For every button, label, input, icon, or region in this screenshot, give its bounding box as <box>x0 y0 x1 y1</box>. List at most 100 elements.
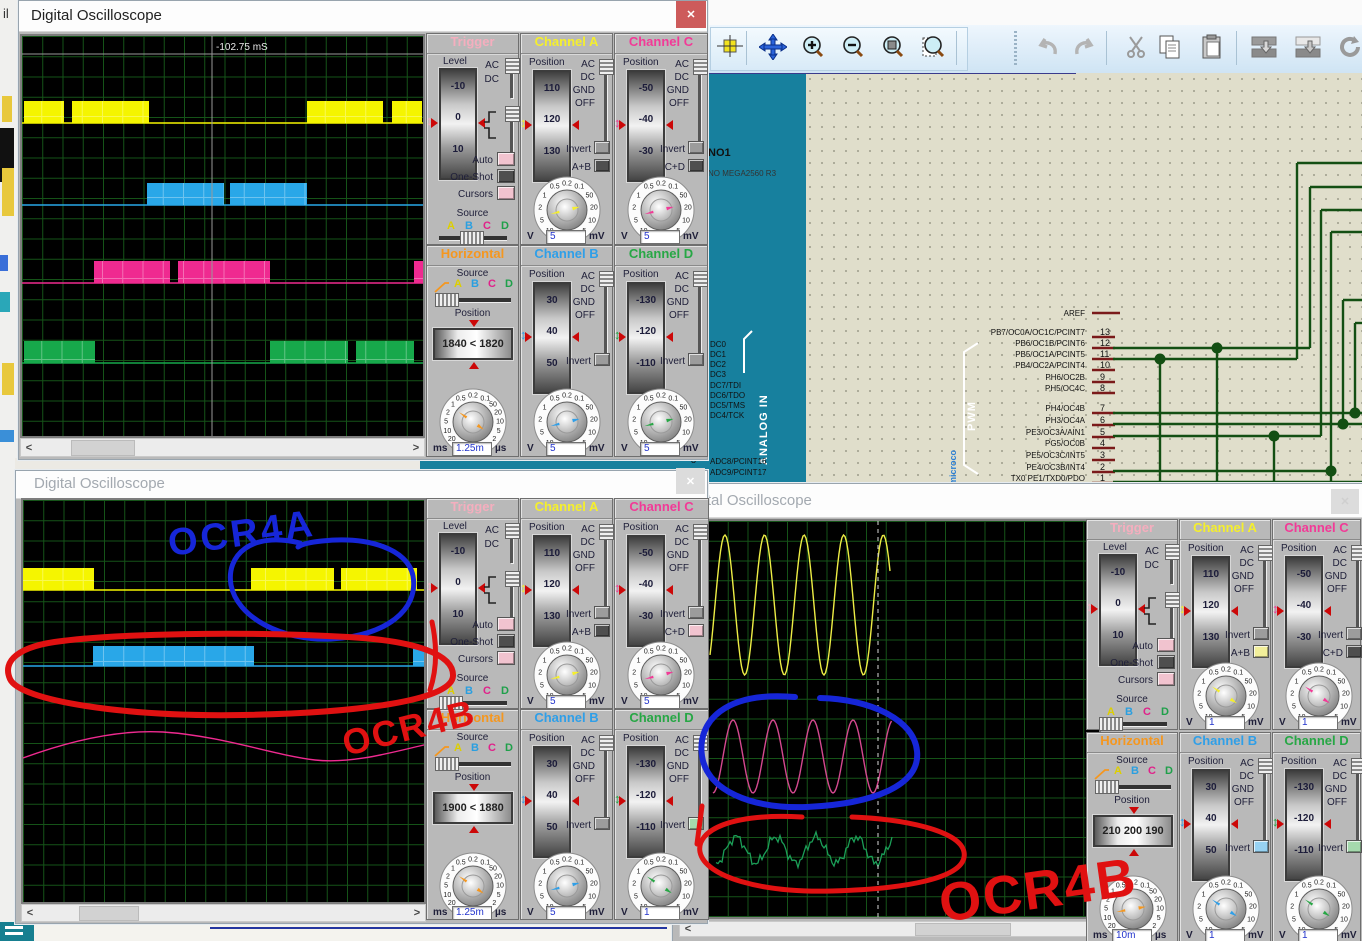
gain-knob[interactable]: 0.50.20.1125102050201052VmV1 <box>1273 873 1362 941</box>
auto-button[interactable] <box>497 152 515 166</box>
coupling-off[interactable]: OFF <box>521 310 595 321</box>
cursors-button[interactable] <box>1157 672 1175 686</box>
invert-button[interactable] <box>1346 840 1362 853</box>
coupling-off[interactable]: OFF <box>1273 797 1347 808</box>
invert-button[interactable] <box>594 141 610 154</box>
scroll-thumb[interactable] <box>79 906 139 921</box>
scroll-left-icon[interactable]: < <box>21 439 37 456</box>
knob-value[interactable]: 1 <box>1205 716 1245 730</box>
coupling-ac[interactable]: AC <box>615 735 689 746</box>
coupling-off[interactable]: OFF <box>615 310 689 321</box>
position-odometer[interactable]: 1900 < 1880 <box>433 792 513 824</box>
scope-display[interactable] <box>21 498 426 904</box>
zoom-out-button[interactable] <box>835 29 871 67</box>
coupling-dc[interactable]: DC <box>1180 558 1254 569</box>
invert-button[interactable] <box>688 817 704 830</box>
coupling-ac[interactable]: AC <box>1273 758 1347 769</box>
knob-value[interactable]: 5 <box>640 442 680 456</box>
coupling-gnd[interactable]: GND <box>615 297 689 308</box>
coupling-ac[interactable]: AC <box>1273 545 1347 556</box>
coupling-slider-thumb[interactable] <box>505 106 520 122</box>
coupling-ac[interactable]: AC <box>521 59 595 70</box>
coupling-gnd[interactable]: GND <box>1273 571 1347 582</box>
coupling-ac[interactable]: AC <box>615 524 689 535</box>
sum-button[interactable] <box>1346 645 1362 658</box>
coupling-gnd[interactable]: GND <box>615 761 689 772</box>
sum-button[interactable] <box>688 624 704 637</box>
one-shot-button[interactable] <box>1157 655 1175 669</box>
coupling-slider-thumb[interactable] <box>599 524 614 540</box>
gain-knob[interactable]: 0.50.20.1125102050201052VmV1 <box>1273 660 1362 732</box>
coupling-gnd[interactable]: GND <box>521 761 595 772</box>
scope-scrollbar[interactable]: < > <box>679 921 1101 937</box>
invert-button[interactable] <box>1346 627 1362 640</box>
invert-button[interactable] <box>688 141 704 154</box>
coupling-slider-thumb[interactable] <box>505 571 520 587</box>
coupling-slider-thumb[interactable] <box>693 59 708 75</box>
horizontal-source-slider[interactable] <box>435 293 511 307</box>
coupling-off[interactable]: OFF <box>521 563 595 574</box>
trigger-coupling-dc[interactable]: DC <box>427 74 499 85</box>
knob-value[interactable]: 5 <box>546 695 586 709</box>
pan-button[interactable] <box>755 29 791 67</box>
knob-value[interactable]: 1.25m <box>452 442 492 456</box>
scroll-right-icon[interactable]: > <box>408 439 424 456</box>
scroll-left-icon[interactable]: < <box>22 905 38 921</box>
coupling-off[interactable]: OFF <box>615 774 689 785</box>
invert-button[interactable] <box>594 817 610 830</box>
coupling-dc[interactable]: DC <box>521 748 595 759</box>
coupling-slider-thumb[interactable] <box>693 735 708 751</box>
trigger-coupling-ac[interactable]: AC <box>427 525 499 536</box>
knob-value[interactable]: 1.25m <box>452 906 492 920</box>
coupling-off[interactable]: OFF <box>521 98 595 109</box>
coupling-ac[interactable]: AC <box>521 735 595 746</box>
cut-button[interactable] <box>1118 29 1154 67</box>
coupling-off[interactable]: OFF <box>521 774 595 785</box>
coupling-dc[interactable]: DC <box>521 72 595 83</box>
coupling-gnd[interactable]: GND <box>1273 784 1347 795</box>
origin-button[interactable] <box>712 29 748 67</box>
trigger-coupling-dc[interactable]: DC <box>1087 560 1159 571</box>
coupling-slider-thumb[interactable] <box>599 735 614 751</box>
trigger-source-slider[interactable] <box>1099 717 1167 731</box>
coupling-off[interactable]: OFF <box>1180 797 1254 808</box>
gain-knob[interactable]: 0.50.20.1125102050201052VmV5 <box>521 386 614 458</box>
gain-knob[interactable]: 0.50.20.11251020501002005020105210.5msµs… <box>427 386 520 458</box>
coupling-slider-thumb[interactable] <box>599 59 614 75</box>
window-titlebar[interactable]: Digital Oscilloscope <box>673 484 1362 518</box>
coupling-off[interactable]: OFF <box>1180 584 1254 595</box>
knob-value[interactable]: 5 <box>546 906 586 920</box>
scope-display[interactable] <box>706 519 1101 919</box>
invert-button[interactable] <box>688 606 704 619</box>
slider-thumb[interactable] <box>1095 780 1119 794</box>
sum-button[interactable] <box>594 159 610 172</box>
coupling-gnd[interactable]: GND <box>1180 784 1254 795</box>
scope-display[interactable]: -102.75 mS <box>20 34 425 438</box>
one-shot-button[interactable] <box>497 169 515 183</box>
coupling-dc[interactable]: DC <box>1180 771 1254 782</box>
slider-thumb[interactable] <box>460 231 484 245</box>
scroll-thumb[interactable] <box>915 923 1011 936</box>
knob-value[interactable]: 5 <box>640 695 680 709</box>
coupling-slider-thumb[interactable] <box>1258 545 1273 561</box>
coupling-off[interactable]: OFF <box>1273 584 1347 595</box>
gain-knob[interactable]: 0.50.20.1125102050201052VmV1 <box>1180 660 1273 732</box>
slider-thumb[interactable] <box>1099 717 1123 731</box>
trigger-coupling-ac[interactable]: AC <box>427 60 499 71</box>
knob-value[interactable]: 5 <box>640 230 680 244</box>
redo-button[interactable] <box>1066 29 1102 67</box>
coupling-gnd[interactable]: GND <box>521 550 595 561</box>
trigger-coupling-dc[interactable]: DC <box>427 539 499 550</box>
gain-knob[interactable]: 0.50.20.1125102050201052VmV5 <box>521 850 614 922</box>
coupling-slider-thumb[interactable] <box>1351 758 1362 774</box>
paste-button[interactable] <box>1194 29 1230 67</box>
scroll-left-icon[interactable]: < <box>680 922 696 936</box>
coupling-gnd[interactable]: GND <box>615 550 689 561</box>
gain-knob[interactable]: 0.50.20.1125102050201052VmV5 <box>521 639 614 711</box>
coupling-off[interactable]: OFF <box>615 563 689 574</box>
coupling-ac[interactable]: AC <box>521 524 595 535</box>
knob-value[interactable]: 1 <box>1205 929 1245 941</box>
coupling-slider-thumb[interactable] <box>1165 544 1180 560</box>
invert-button[interactable] <box>688 353 704 366</box>
scope-scrollbar[interactable]: < > <box>21 904 426 922</box>
